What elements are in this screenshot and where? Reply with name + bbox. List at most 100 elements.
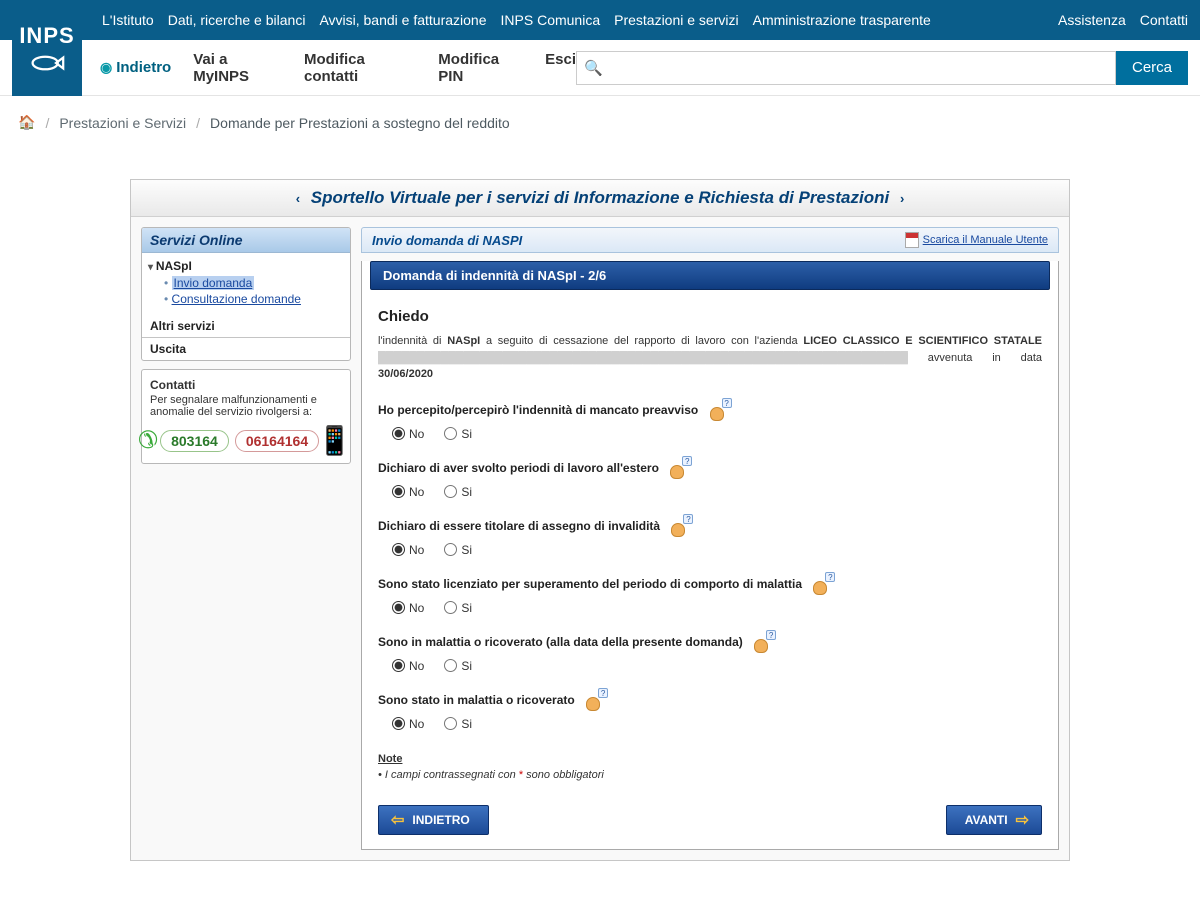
radio-no[interactable]: No xyxy=(392,601,424,615)
topnav-link[interactable]: L'Istituto xyxy=(102,12,154,28)
sidebar-item-label: Consultazione domande xyxy=(172,292,301,306)
radio-no-label: No xyxy=(409,601,424,615)
download-label: Scarica il Manuale Utente xyxy=(923,234,1048,246)
logo[interactable]: INPS xyxy=(12,0,82,96)
panel-head: Invio domanda di NASPI Scarica il Manual… xyxy=(361,227,1059,253)
phone-red[interactable]: 06164164 xyxy=(235,430,319,452)
radio-si-input[interactable] xyxy=(444,659,457,672)
topnav-link[interactable]: INPS Comunica xyxy=(501,12,601,28)
app-title: Sportello Virtuale per i servizi di Info… xyxy=(311,188,889,207)
radio-no-input[interactable] xyxy=(392,659,405,672)
topnav-link[interactable]: Dati, ricerche e bilanci xyxy=(168,12,306,28)
avanti-button[interactable]: AVANTI ⇨ xyxy=(946,805,1042,835)
question-row: Dichiaro di aver svolto periodi di lavor… xyxy=(378,459,1042,499)
radio-si-input[interactable] xyxy=(444,427,457,440)
help-icon[interactable]: ? xyxy=(813,575,833,595)
breadcrumb-current: Domande per Prestazioni a sostegno del r… xyxy=(210,115,510,131)
radio-si-label: Si xyxy=(461,427,472,441)
download-manual-link[interactable]: Scarica il Manuale Utente xyxy=(905,232,1048,248)
search-icon: 🔍 xyxy=(584,59,603,77)
sidebar-item-invio[interactable]: Invio domanda xyxy=(164,275,344,291)
topnav-right: Assistenza Contatti xyxy=(1058,12,1188,28)
help-icon[interactable]: ? xyxy=(671,517,691,537)
radio-no[interactable]: No xyxy=(392,427,424,441)
radio-group: No Si xyxy=(392,659,1042,673)
topnav-items: L'Istituto Dati, ricerche e bilanci Avvi… xyxy=(102,12,931,28)
chevron-right-icon[interactable]: › xyxy=(894,191,910,206)
sidebar-altri-servizi[interactable]: Altri servizi xyxy=(142,315,350,338)
radio-no[interactable]: No xyxy=(392,543,424,557)
radio-group: No Si xyxy=(392,543,1042,557)
sidebar-head: Servizi Online xyxy=(142,228,350,253)
help-icon[interactable]: ? xyxy=(710,401,730,421)
home-icon[interactable]: 🏠 xyxy=(18,114,35,131)
radio-no[interactable]: No xyxy=(392,717,424,731)
nav2-link[interactable]: Esci xyxy=(545,51,576,85)
breadcrumb-link[interactable]: Prestazioni e Servizi xyxy=(59,115,186,131)
avanti-label: AVANTI xyxy=(965,813,1008,827)
question-label: Ho percepito/percepirò l'indennità di ma… xyxy=(378,403,698,417)
topnav-link[interactable]: Avvisi, bandi e fatturazione xyxy=(319,12,486,28)
search-button[interactable]: Cerca xyxy=(1116,51,1188,85)
sidebar-parent-naspi[interactable]: NASpI xyxy=(148,257,344,275)
radio-si-input[interactable] xyxy=(444,485,457,498)
breadcrumb: 🏠 / Prestazioni e Servizi / Domande per … xyxy=(0,96,1200,149)
radio-group: No Si xyxy=(392,485,1042,499)
radio-group: No Si xyxy=(392,601,1042,615)
notes-section: Note • I campi contrassegnati con * sono… xyxy=(378,753,1042,781)
radio-si[interactable]: Si xyxy=(444,485,472,499)
question-label: Dichiaro di essere titolare di assegno d… xyxy=(378,519,660,533)
contatti-link[interactable]: Contatti xyxy=(1140,12,1188,28)
indietro-link[interactable]: ◉ Indietro xyxy=(100,51,171,85)
radio-group: No Si xyxy=(392,717,1042,731)
radio-no-input[interactable] xyxy=(392,543,405,556)
topnav-link[interactable]: Prestazioni e servizi xyxy=(614,12,739,28)
notes-title: Note xyxy=(378,753,1042,765)
radio-no[interactable]: No xyxy=(392,659,424,673)
radio-si-input[interactable] xyxy=(444,601,457,614)
radio-no-input[interactable] xyxy=(392,485,405,498)
search-input[interactable] xyxy=(576,51,1116,85)
radio-no[interactable]: No xyxy=(392,485,424,499)
sidebar-item-label: Invio domanda xyxy=(172,276,255,290)
help-icon[interactable]: ? xyxy=(670,459,690,479)
radio-no-input[interactable] xyxy=(392,717,405,730)
radio-si[interactable]: Si xyxy=(444,543,472,557)
help-icon[interactable]: ? xyxy=(586,691,606,711)
indietro-button[interactable]: ⇦ INDIETRO xyxy=(378,805,489,835)
sidebar-uscita[interactable]: Uscita xyxy=(142,338,350,360)
chevron-left-icon[interactable]: ‹ xyxy=(290,191,306,206)
radio-si-input[interactable] xyxy=(444,543,457,556)
redacted-text: ████████████████████████████████████████… xyxy=(378,352,908,364)
radio-si-input[interactable] xyxy=(444,717,457,730)
step-bar: Domanda di indennità di NASpI - 2/6 xyxy=(370,261,1050,290)
phone-green[interactable]: 803164 xyxy=(160,430,229,452)
app-header: ‹ Sportello Virtuale per i servizi di In… xyxy=(131,180,1069,217)
radio-no-input[interactable] xyxy=(392,427,405,440)
chiedo-heading: Chiedo xyxy=(378,308,1042,325)
nav2-link[interactable]: Modifica contatti xyxy=(304,51,416,85)
arrow-left-icon: ⇦ xyxy=(391,810,404,830)
radio-si[interactable]: Si xyxy=(444,659,472,673)
radio-si-label: Si xyxy=(461,601,472,615)
radio-no-input[interactable] xyxy=(392,601,405,614)
indietro-label: INDIETRO xyxy=(412,813,469,827)
radio-group: No Si xyxy=(392,427,1042,441)
help-icon[interactable]: ? xyxy=(754,633,774,653)
main-content: Invio domanda di NASPI Scarica il Manual… xyxy=(361,227,1059,850)
back-target-icon: ◉ xyxy=(100,59,112,76)
nav2-link[interactable]: Vai a MyINPS xyxy=(193,51,282,85)
nav2: ◉ Indietro Vai a MyINPS Modifica contatt… xyxy=(100,51,576,85)
topnav-link[interactable]: Amministrazione trasparente xyxy=(753,12,931,28)
nav2-link[interactable]: Modifica PIN xyxy=(438,51,523,85)
radio-si[interactable]: Si xyxy=(444,601,472,615)
radio-si[interactable]: Si xyxy=(444,717,472,731)
question-row: Sono stato licenziato per superamento de… xyxy=(378,575,1042,615)
sidebar-item-consultazione[interactable]: Consultazione domande xyxy=(164,291,344,307)
assistenza-link[interactable]: Assistenza xyxy=(1058,12,1126,28)
sidebar-menu: NASpI Invio domanda Consultazione domand… xyxy=(142,253,350,315)
indietro-label: Indietro xyxy=(116,59,171,76)
radio-si[interactable]: Si xyxy=(444,427,472,441)
logo-text: INPS xyxy=(19,23,74,49)
radio-no-label: No xyxy=(409,543,424,557)
